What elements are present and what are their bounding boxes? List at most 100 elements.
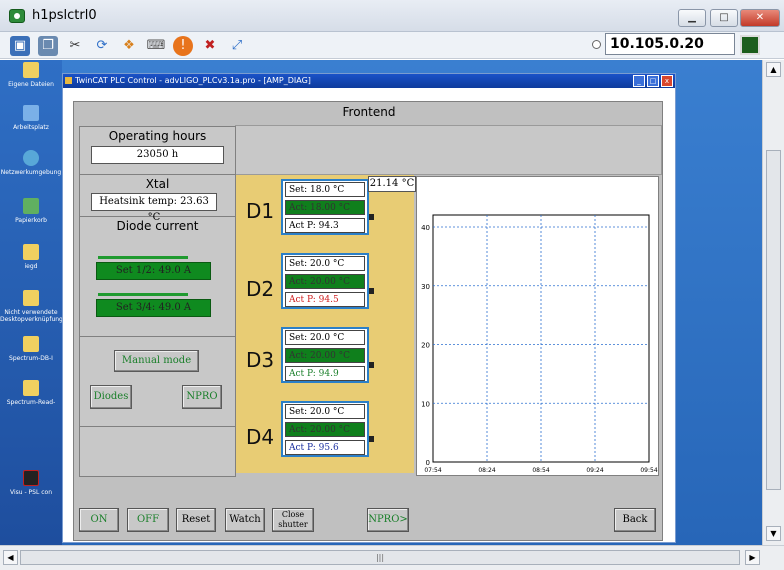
connector-icon	[369, 362, 374, 368]
diode-d2-box[interactable]: Set: 20.0 °C Act: 20.00 °C Act P: 94.5	[281, 253, 374, 309]
desktop-icon-label: Spectrum-DB-I	[9, 355, 53, 362]
y-tick-label: 10	[421, 400, 430, 408]
desktop-icon-computer[interactable]: Arbeitsplatz	[0, 105, 62, 131]
d1-set-temp[interactable]: Set: 18.0 °C	[285, 182, 365, 197]
maximize-button[interactable]: □	[710, 9, 738, 27]
y-tick-label: 0	[426, 459, 430, 467]
diode-label: D2	[246, 277, 275, 301]
close-button[interactable]: ✕	[740, 9, 780, 27]
folder-icon	[23, 290, 39, 306]
reset-button[interactable]: Reset	[176, 508, 216, 532]
d4-act-power: Act P: 95.6	[285, 440, 365, 455]
scroll-up-icon[interactable]: ▲	[766, 62, 781, 77]
window-titlebar: h1pslctrl0 ▁ □ ✕	[0, 0, 784, 32]
desktop-icon-spectrum-db[interactable]: Spectrum-DB-I	[0, 336, 62, 362]
npro-button[interactable]: NPRO	[182, 385, 222, 409]
diodes-button[interactable]: Diodes	[90, 385, 132, 409]
xtal-section: Xtal Heatsink temp: 23.63 °C	[80, 175, 235, 223]
desktop: Eigene Dateien Arbeitsplatz Netzwerkumge…	[0, 60, 70, 545]
remote-desktop-icon	[9, 9, 25, 23]
scroll-right-icon[interactable]: ▶	[745, 550, 760, 565]
d3-act-temp: Act: 20.00 °C	[285, 348, 365, 363]
close-shutter-button[interactable]: Close shutter	[272, 508, 314, 532]
desktop-icon-label: Arbeitsplatz	[13, 124, 49, 131]
set-34-value[interactable]: Set 3/4: 49.0 A	[96, 299, 211, 317]
disconnect-icon[interactable]: ✖	[200, 36, 220, 56]
app-icon	[23, 470, 39, 486]
watch-button[interactable]: Watch	[225, 508, 265, 532]
diode-d3-box[interactable]: Set: 20.0 °C Act: 20.00 °C Act P: 94.9	[281, 327, 374, 383]
connector-icon	[369, 436, 374, 442]
desktop-icon-recycle[interactable]: Papierkorb	[0, 198, 62, 224]
back-button[interactable]: Back	[614, 508, 656, 532]
network-icon	[23, 150, 39, 166]
operating-hours-section: Operating hours 23050 h	[80, 127, 235, 175]
d1-act-power: Act P: 94.3	[285, 218, 365, 233]
diode-d1-box[interactable]: Set: 18.0 °C Act: 18.00 °C Act P: 94.3	[281, 179, 374, 235]
refresh-icon[interactable]: ⟳	[92, 36, 112, 56]
folder-icon	[23, 336, 39, 352]
minimize-button[interactable]: ▁	[678, 9, 706, 27]
operating-hours-label: Operating hours	[108, 129, 207, 143]
mode-section: Manual mode Diodes NPRO	[80, 337, 235, 427]
set-12-value[interactable]: Set 1/2: 49.0 A	[96, 262, 211, 280]
twincat-close-button[interactable]: x	[661, 75, 673, 87]
windows-icon[interactable]: ❐	[38, 36, 58, 56]
x-tick-label: 09:24	[586, 467, 603, 474]
tools-icon[interactable]: ✂	[65, 36, 85, 56]
desktop-icon-documents[interactable]: Eigene Dateien	[0, 62, 62, 88]
horizontal-scrollbar[interactable]: ◀ ||| ▶	[0, 545, 784, 570]
desktop-icon-label: Spectrum-Read-	[6, 399, 56, 406]
desktop-icon-label: iegd	[24, 263, 38, 270]
npro-next-button[interactable]: NPRO>	[367, 508, 409, 532]
scroll-thumb[interactable]: |||	[20, 550, 740, 565]
y-tick-label: 30	[421, 283, 430, 291]
fullscreen-icon[interactable]: ⤢	[227, 36, 247, 56]
d4-set-temp[interactable]: Set: 20.0 °C	[285, 404, 365, 419]
panel-heading: Frontend	[342, 105, 396, 119]
d1-act-temp: Act: 18.00 °C	[285, 200, 365, 215]
manual-mode-button[interactable]: Manual mode	[114, 350, 199, 372]
off-button[interactable]: OFF	[127, 508, 169, 532]
x-tick-label: 08:54	[532, 467, 549, 474]
twincat-maximize-button[interactable]: □	[647, 75, 659, 87]
keyboard-icon[interactable]: ⌨	[146, 36, 166, 56]
scroll-thumb[interactable]	[766, 150, 781, 490]
connector-icon	[369, 288, 374, 294]
y-tick-label: 20	[421, 342, 430, 350]
desktop-icon-unused[interactable]: Nicht verwendete Desktopverknüpfungen	[0, 290, 70, 323]
address-field[interactable]: 10.105.0.20	[605, 33, 735, 55]
trend-chart: 0 10 20 30 40 07:54 08:24 08:54 09:24 09:54	[416, 176, 659, 476]
x-tick-label: 07:54	[424, 467, 441, 474]
vertical-scrollbar[interactable]: ▲ ▼	[762, 60, 784, 545]
diode-d4-box[interactable]: Set: 20.0 °C Act: 20.00 °C Act P: 95.6	[281, 401, 374, 457]
scroll-down-icon[interactable]: ▼	[766, 526, 781, 541]
d2-act-power: Act P: 94.5	[285, 292, 365, 307]
desktop-icon-iegd[interactable]: iegd	[0, 244, 62, 270]
alert-icon[interactable]: !	[173, 36, 193, 56]
d2-act-temp: Act: 20.00 °C	[285, 274, 365, 289]
heatsink-temp-value: Heatsink temp: 23.63 °C	[91, 193, 217, 223]
operating-hours-value: 23050 h	[91, 146, 224, 164]
twincat-window: TwinCAT PLC Control - advLIGO_PLCv3.1a.p…	[62, 73, 676, 543]
d4-act-temp: Act: 20.00 °C	[285, 422, 365, 437]
windows-logo-icon[interactable]: ❖	[119, 36, 139, 56]
desktop-icon-visu[interactable]: Visu - PSL con	[0, 470, 62, 496]
status-indicator	[740, 35, 760, 55]
scroll-left-icon[interactable]: ◀	[3, 550, 18, 565]
amp-diag-panel: Frontend Operating hours 23050 h Xtal He…	[73, 101, 663, 541]
desktop-icon-spectrum-read[interactable]: Spectrum-Read-	[0, 380, 62, 406]
twincat-title: TwinCAT PLC Control - advLIGO_PLCv3.1a.p…	[63, 74, 675, 88]
desktop-icon-network[interactable]: Netzwerkumgebung	[0, 150, 62, 176]
folder-icon	[23, 244, 39, 260]
diode-label: D4	[246, 425, 275, 449]
d2-set-temp[interactable]: Set: 20.0 °C	[285, 256, 365, 271]
recycle-bin-icon	[23, 198, 39, 214]
twincat-minimize-button[interactable]: _	[633, 75, 645, 87]
folder-icon	[23, 62, 39, 78]
window-title: h1pslctrl0	[32, 8, 97, 23]
on-button[interactable]: ON	[79, 508, 119, 532]
monitor-icon[interactable]: ▣	[10, 36, 30, 56]
d3-set-temp[interactable]: Set: 20.0 °C	[285, 330, 365, 345]
diode-area: D1 Set: 18.0 °C Act: 18.00 °C Act P: 94.…	[236, 175, 414, 473]
